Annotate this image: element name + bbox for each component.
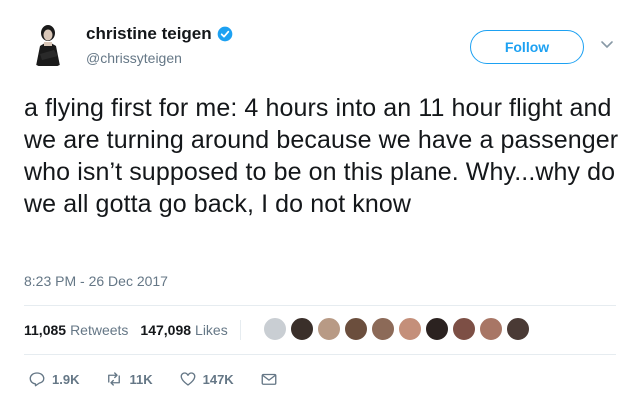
- tweet-actions: 1.9K 11K 147K: [28, 370, 310, 388]
- tweet-stats: 11,085 Retweets 147,098 Likes: [24, 320, 253, 340]
- avatar[interactable]: [24, 20, 72, 68]
- liker-avatars: [262, 316, 532, 342]
- liker-avatar[interactable]: [478, 316, 504, 342]
- chevron-down-icon[interactable]: [600, 40, 614, 50]
- liker-avatar[interactable]: [505, 316, 531, 342]
- follow-button[interactable]: Follow: [470, 30, 584, 64]
- liker-avatar[interactable]: [343, 316, 369, 342]
- author-name-row: christine teigen: [86, 24, 233, 44]
- reply-icon: [29, 372, 45, 387]
- tweet-timestamp[interactable]: 8:23 PM - 26 Dec 2017: [24, 273, 168, 289]
- tweet-text: a flying first for me: 4 hours into an 1…: [24, 94, 619, 218]
- liker-avatar-placeholder[interactable]: [262, 316, 288, 342]
- direct-message-button[interactable]: [260, 370, 284, 388]
- likes-count[interactable]: 147,098: [140, 322, 191, 338]
- avatar-image: [24, 20, 72, 68]
- retweet-count: 11K: [129, 371, 153, 387]
- liker-avatar[interactable]: [397, 316, 423, 342]
- liker-avatar[interactable]: [316, 316, 342, 342]
- reply-count: 1.9K: [52, 371, 80, 387]
- retweets-count[interactable]: 11,085: [24, 322, 66, 338]
- reply-button[interactable]: 1.9K: [28, 370, 79, 388]
- like-count: 147K: [202, 371, 234, 387]
- stats-separator: [239, 320, 241, 340]
- like-button[interactable]: 147K: [179, 370, 234, 388]
- retweets-label[interactable]: Retweets: [70, 322, 128, 338]
- retweet-icon: [108, 372, 121, 386]
- author-handle[interactable]: @chrissyteigen: [86, 50, 182, 66]
- display-name[interactable]: christine teigen: [86, 24, 212, 44]
- tweet-card: christine teigen @chrissyteigen Follow a…: [0, 0, 640, 409]
- liker-avatar[interactable]: [289, 316, 315, 342]
- liker-avatar[interactable]: [370, 316, 396, 342]
- divider: [24, 354, 616, 355]
- liker-avatar[interactable]: [424, 316, 450, 342]
- likes-label[interactable]: Likes: [195, 322, 228, 338]
- liker-avatar[interactable]: [451, 316, 477, 342]
- retweet-button[interactable]: 11K: [105, 370, 153, 388]
- verified-badge-icon: [217, 26, 232, 42]
- divider: [24, 305, 616, 306]
- envelope-icon: [261, 373, 277, 385]
- heart-icon: [180, 372, 196, 386]
